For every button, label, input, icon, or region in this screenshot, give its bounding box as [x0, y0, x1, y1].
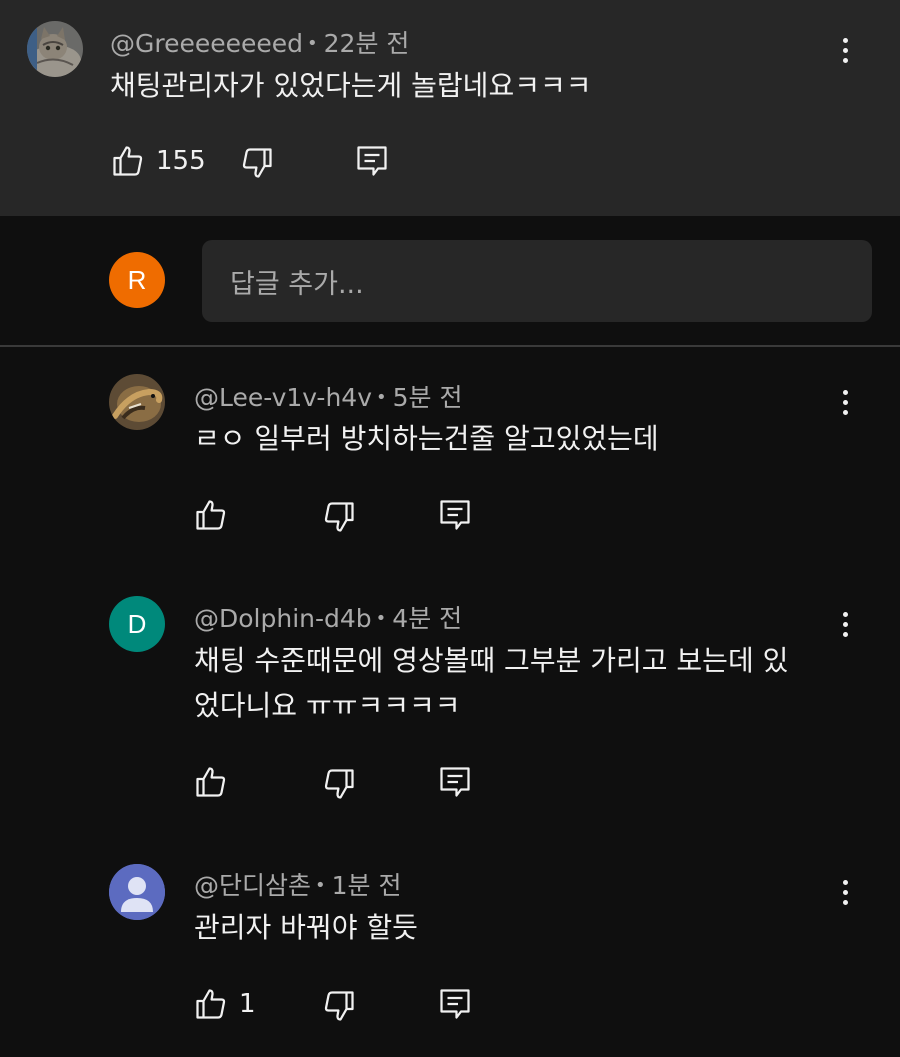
dislike-button[interactable]: [321, 766, 357, 802]
avatar-dolphin[interactable]: D: [109, 596, 165, 652]
like-button[interactable]: [193, 764, 239, 800]
highlighted-comment: @Greeeeeeeed • 22분 전 채팅관리자가 있었다는게 놀랍네요ㅋㅋㅋ …: [0, 0, 900, 216]
dislike-button[interactable]: [321, 499, 357, 535]
reply-text: ㄹㅇ 일부러 방치하는건줄 알고있었는데: [194, 422, 659, 455]
thumbs-down-icon: [324, 991, 354, 1021]
reply-author[interactable]: @Dolphin-d4b: [194, 604, 372, 633]
comment-time: 22분 전: [323, 29, 410, 58]
comment-text: 채팅관리자가 있었다는게 놀랍네요ㅋㅋㅋ: [110, 69, 592, 102]
more-vert-icon[interactable]: [830, 30, 860, 70]
thumbs-up-icon: [113, 146, 143, 176]
like-count: 155: [156, 146, 206, 176]
reply-time: 1분 전: [331, 871, 402, 900]
more-vert-icon[interactable]: [830, 872, 860, 912]
thumbs-down-icon: [242, 148, 272, 178]
reply-time: 5분 전: [392, 383, 463, 412]
reply-button[interactable]: [354, 143, 390, 179]
avatar-lee[interactable]: [109, 374, 165, 430]
thumbs-up-icon: [196, 767, 226, 797]
reply-input[interactable]: 답글 추가...: [202, 240, 872, 322]
avatar-greeeeeeeed[interactable]: [27, 21, 83, 77]
current-user-avatar: R: [109, 252, 165, 308]
reply-icon: [440, 767, 470, 797]
thumbs-down-icon: [324, 769, 354, 799]
reply-meta: @Lee-v1v-h4v • 5분 전: [194, 383, 463, 412]
reply-icon: [440, 989, 470, 1019]
dislike-button[interactable]: [321, 988, 357, 1024]
dislike-button[interactable]: [239, 145, 275, 181]
more-vert-icon[interactable]: [830, 382, 860, 422]
reply-meta: @Dolphin-d4b • 4분 전: [194, 604, 463, 633]
avatar-dandi[interactable]: [109, 864, 165, 920]
reply-text-line-2: 었다니요 ㅠㅠㅋㅋㅋㅋ: [194, 689, 461, 722]
thumbs-down-icon: [324, 502, 354, 532]
thumbs-up-icon: [196, 989, 226, 1019]
more-vert-icon[interactable]: [830, 604, 860, 644]
reply-author[interactable]: @Lee-v1v-h4v: [194, 383, 372, 412]
reply-icon: [357, 146, 387, 176]
reply-text-line-1: 채팅 수준때문에 영상볼때 그부분 가리고 보는데 있: [194, 644, 789, 677]
reply-author[interactable]: @단디삼촌: [194, 871, 311, 900]
reply-text: 관리자 바꿔야 할듯: [194, 911, 418, 944]
reply-button[interactable]: [437, 986, 473, 1022]
like-button[interactable]: [193, 497, 239, 533]
comment-author[interactable]: @Greeeeeeeed: [110, 29, 303, 58]
like-button[interactable]: 1: [193, 986, 256, 1022]
reply-icon: [440, 500, 470, 530]
comment-meta: @Greeeeeeeed • 22분 전: [110, 29, 410, 58]
thumbs-up-icon: [196, 500, 226, 530]
reply-button[interactable]: [437, 497, 473, 533]
reply-time: 4분 전: [392, 604, 463, 633]
divider: [0, 345, 900, 347]
like-count: 1: [239, 989, 256, 1019]
reply-button[interactable]: [437, 764, 473, 800]
reply-meta: @단디삼촌 • 1분 전: [194, 871, 402, 900]
like-button[interactable]: 155: [110, 143, 206, 179]
